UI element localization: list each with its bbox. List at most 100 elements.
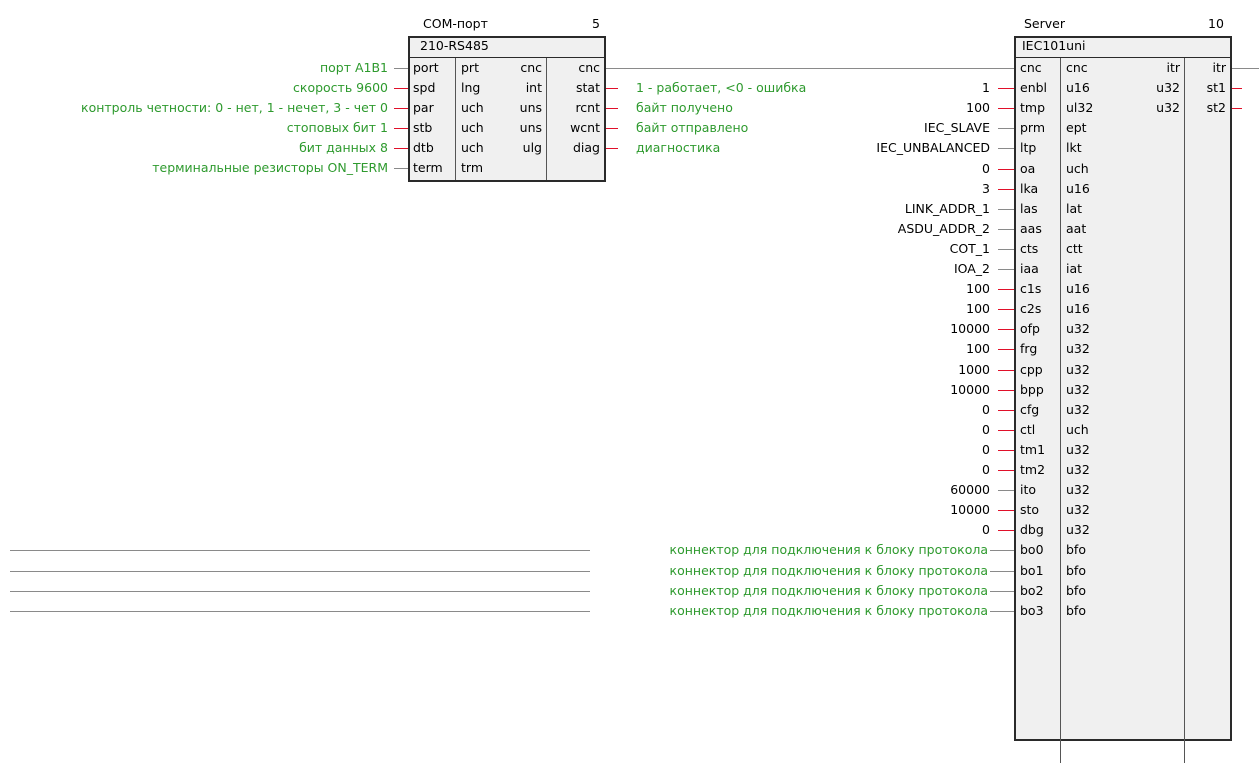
server-input-value[interactable]: IEC_UNBALANCED (700, 138, 990, 158)
connector-label[interactable]: коннектор для подключения к блоку проток… (540, 581, 988, 601)
server-input-value[interactable]: 0 (700, 159, 990, 179)
server-pin-name: prm (1020, 120, 1046, 136)
com-input-param[interactable]: терминальные резисторы ON_TERM (0, 158, 388, 178)
server-input-value[interactable]: 100 (700, 299, 990, 319)
server-input-value[interactable]: 100 (700, 98, 990, 118)
server-input-wire (998, 349, 1014, 351)
com-pin-name: par (413, 100, 434, 115)
server-input-wire (998, 470, 1014, 471)
server-itr-wire (1232, 68, 1259, 69)
connector-label[interactable]: коннектор для подключения к блоку проток… (540, 540, 988, 560)
server-pin-name: cfg (1020, 401, 1040, 417)
server-input-value[interactable]: 0 (700, 460, 990, 480)
server-pin-type: u16 (1066, 80, 1090, 96)
connector-wire (10, 590, 590, 592)
server-input-wire (998, 208, 1014, 210)
server-pin-name: ito (1020, 482, 1037, 498)
com-input-param[interactable]: порт A1B1 (0, 58, 388, 78)
server-pin-type: bfo (1066, 562, 1086, 578)
server-input-value[interactable]: COT_1 (700, 239, 990, 259)
com-block-number: 5 (592, 16, 600, 31)
com-output-wire (606, 148, 618, 149)
server-pin-name: tm2 (1020, 462, 1046, 477)
server-pin-name: oa (1020, 160, 1036, 176)
server-input-value[interactable]: 3 (700, 179, 990, 199)
connector-label[interactable]: коннектор для подключения к блоку проток… (540, 601, 988, 621)
server-pin-type: lkt (1066, 140, 1082, 156)
com-out-name: diag (572, 140, 600, 155)
com-out-name: rcnt (575, 100, 600, 115)
connector-wire (10, 570, 590, 572)
server-out-name: itr (1212, 60, 1226, 75)
server-input-value[interactable]: ASDU_ADDR_2 (700, 219, 990, 239)
server-input-value[interactable]: 10000 (700, 380, 990, 400)
server-pin-type: ctt (1066, 240, 1083, 256)
server-input-wire (998, 228, 1014, 230)
com-pin-type: uch (461, 120, 484, 135)
server-out-name: st1 (1206, 80, 1226, 96)
server-out-type: u32 (1156, 100, 1180, 116)
server-pin-type: u32 (1066, 462, 1090, 477)
com-output-wire (606, 88, 618, 89)
server-pin-type: u32 (1066, 321, 1090, 337)
server-pin-name: ofp (1020, 321, 1040, 337)
server-input-value[interactable]: IOA_2 (700, 259, 990, 279)
server-input-value[interactable]: 0 (700, 520, 990, 540)
com-pin-name: dtb (413, 140, 434, 155)
server-out-type: u32 (1156, 80, 1180, 96)
server-pin-name: frg (1020, 341, 1038, 357)
server-block[interactable] (1014, 36, 1232, 741)
server-pin-type: u32 (1066, 401, 1090, 417)
com-pin-type: prt (461, 60, 479, 75)
server-input-value[interactable]: 10000 (700, 500, 990, 520)
com-input-wire (394, 148, 408, 149)
server-input-value[interactable]: 10000 (700, 319, 990, 339)
com-out-type: cnc (520, 60, 542, 75)
com-input-wire (394, 88, 408, 89)
server-input-wire (998, 248, 1014, 250)
com-input-param[interactable]: скорость 9600 (0, 78, 388, 98)
server-input-value[interactable]: 1 (700, 78, 990, 98)
server-input-value[interactable]: 0 (700, 420, 990, 440)
connector-label[interactable]: коннектор для подключения к блоку проток… (540, 561, 988, 581)
com-pin-type: uch (461, 100, 484, 115)
server-input-value[interactable]: IEC_SLAVE (700, 118, 990, 138)
server-pin-name: cts (1020, 240, 1039, 256)
server-pin-name: c1s (1020, 281, 1042, 297)
com-column-divider (546, 58, 547, 180)
server-pin-name: c2s (1020, 301, 1042, 317)
com-input-wire (394, 108, 408, 109)
com-input-param[interactable]: стоповых бит 1 (0, 118, 388, 138)
server-pin-type: u16 (1066, 180, 1090, 196)
server-pin-type: ept (1066, 120, 1087, 136)
server-input-value[interactable]: 60000 (700, 480, 990, 500)
server-pin-name: ctl (1020, 421, 1036, 437)
server-pin-name: iaa (1020, 261, 1039, 276)
connector-wire-end (990, 550, 1014, 552)
server-input-value[interactable]: 1000 (700, 360, 990, 380)
server-pin-name: las (1020, 200, 1038, 216)
server-block-number: 10 (1208, 16, 1224, 31)
com-input-param[interactable]: контроль четности: 0 - нет, 1 - нечет, 3… (0, 98, 388, 118)
server-input-wire (998, 530, 1014, 532)
server-pin-name: cnc (1020, 60, 1042, 75)
com-out-type: uns (519, 120, 542, 135)
server-input-value[interactable]: 0 (700, 440, 990, 460)
server-input-wire (998, 269, 1014, 270)
server-pin-name: enbl (1020, 80, 1048, 96)
com-output-wire (606, 108, 618, 109)
server-input-value[interactable]: 100 (700, 279, 990, 299)
com-input-param[interactable]: бит данных 8 (0, 138, 388, 158)
server-input-value[interactable]: 0 (700, 400, 990, 420)
server-pin-name: bo0 (1020, 542, 1044, 558)
server-input-value[interactable]: 100 (700, 339, 990, 359)
server-input-value[interactable]: LINK_ADDR_1 (700, 199, 990, 219)
function-block-diagram: COM-порт 5 210-RS485 port prt cnc cnc порт A1B1… (0, 0, 1259, 763)
server-input-wire (998, 409, 1014, 411)
com-out-name: cnc (578, 60, 600, 75)
com-out-name: stat (576, 80, 600, 95)
connector-wire-end (990, 610, 1014, 612)
com-out-type: ulg (522, 140, 542, 155)
server-input-wire (998, 168, 1014, 170)
server-pin-name: tm1 (1020, 441, 1046, 457)
